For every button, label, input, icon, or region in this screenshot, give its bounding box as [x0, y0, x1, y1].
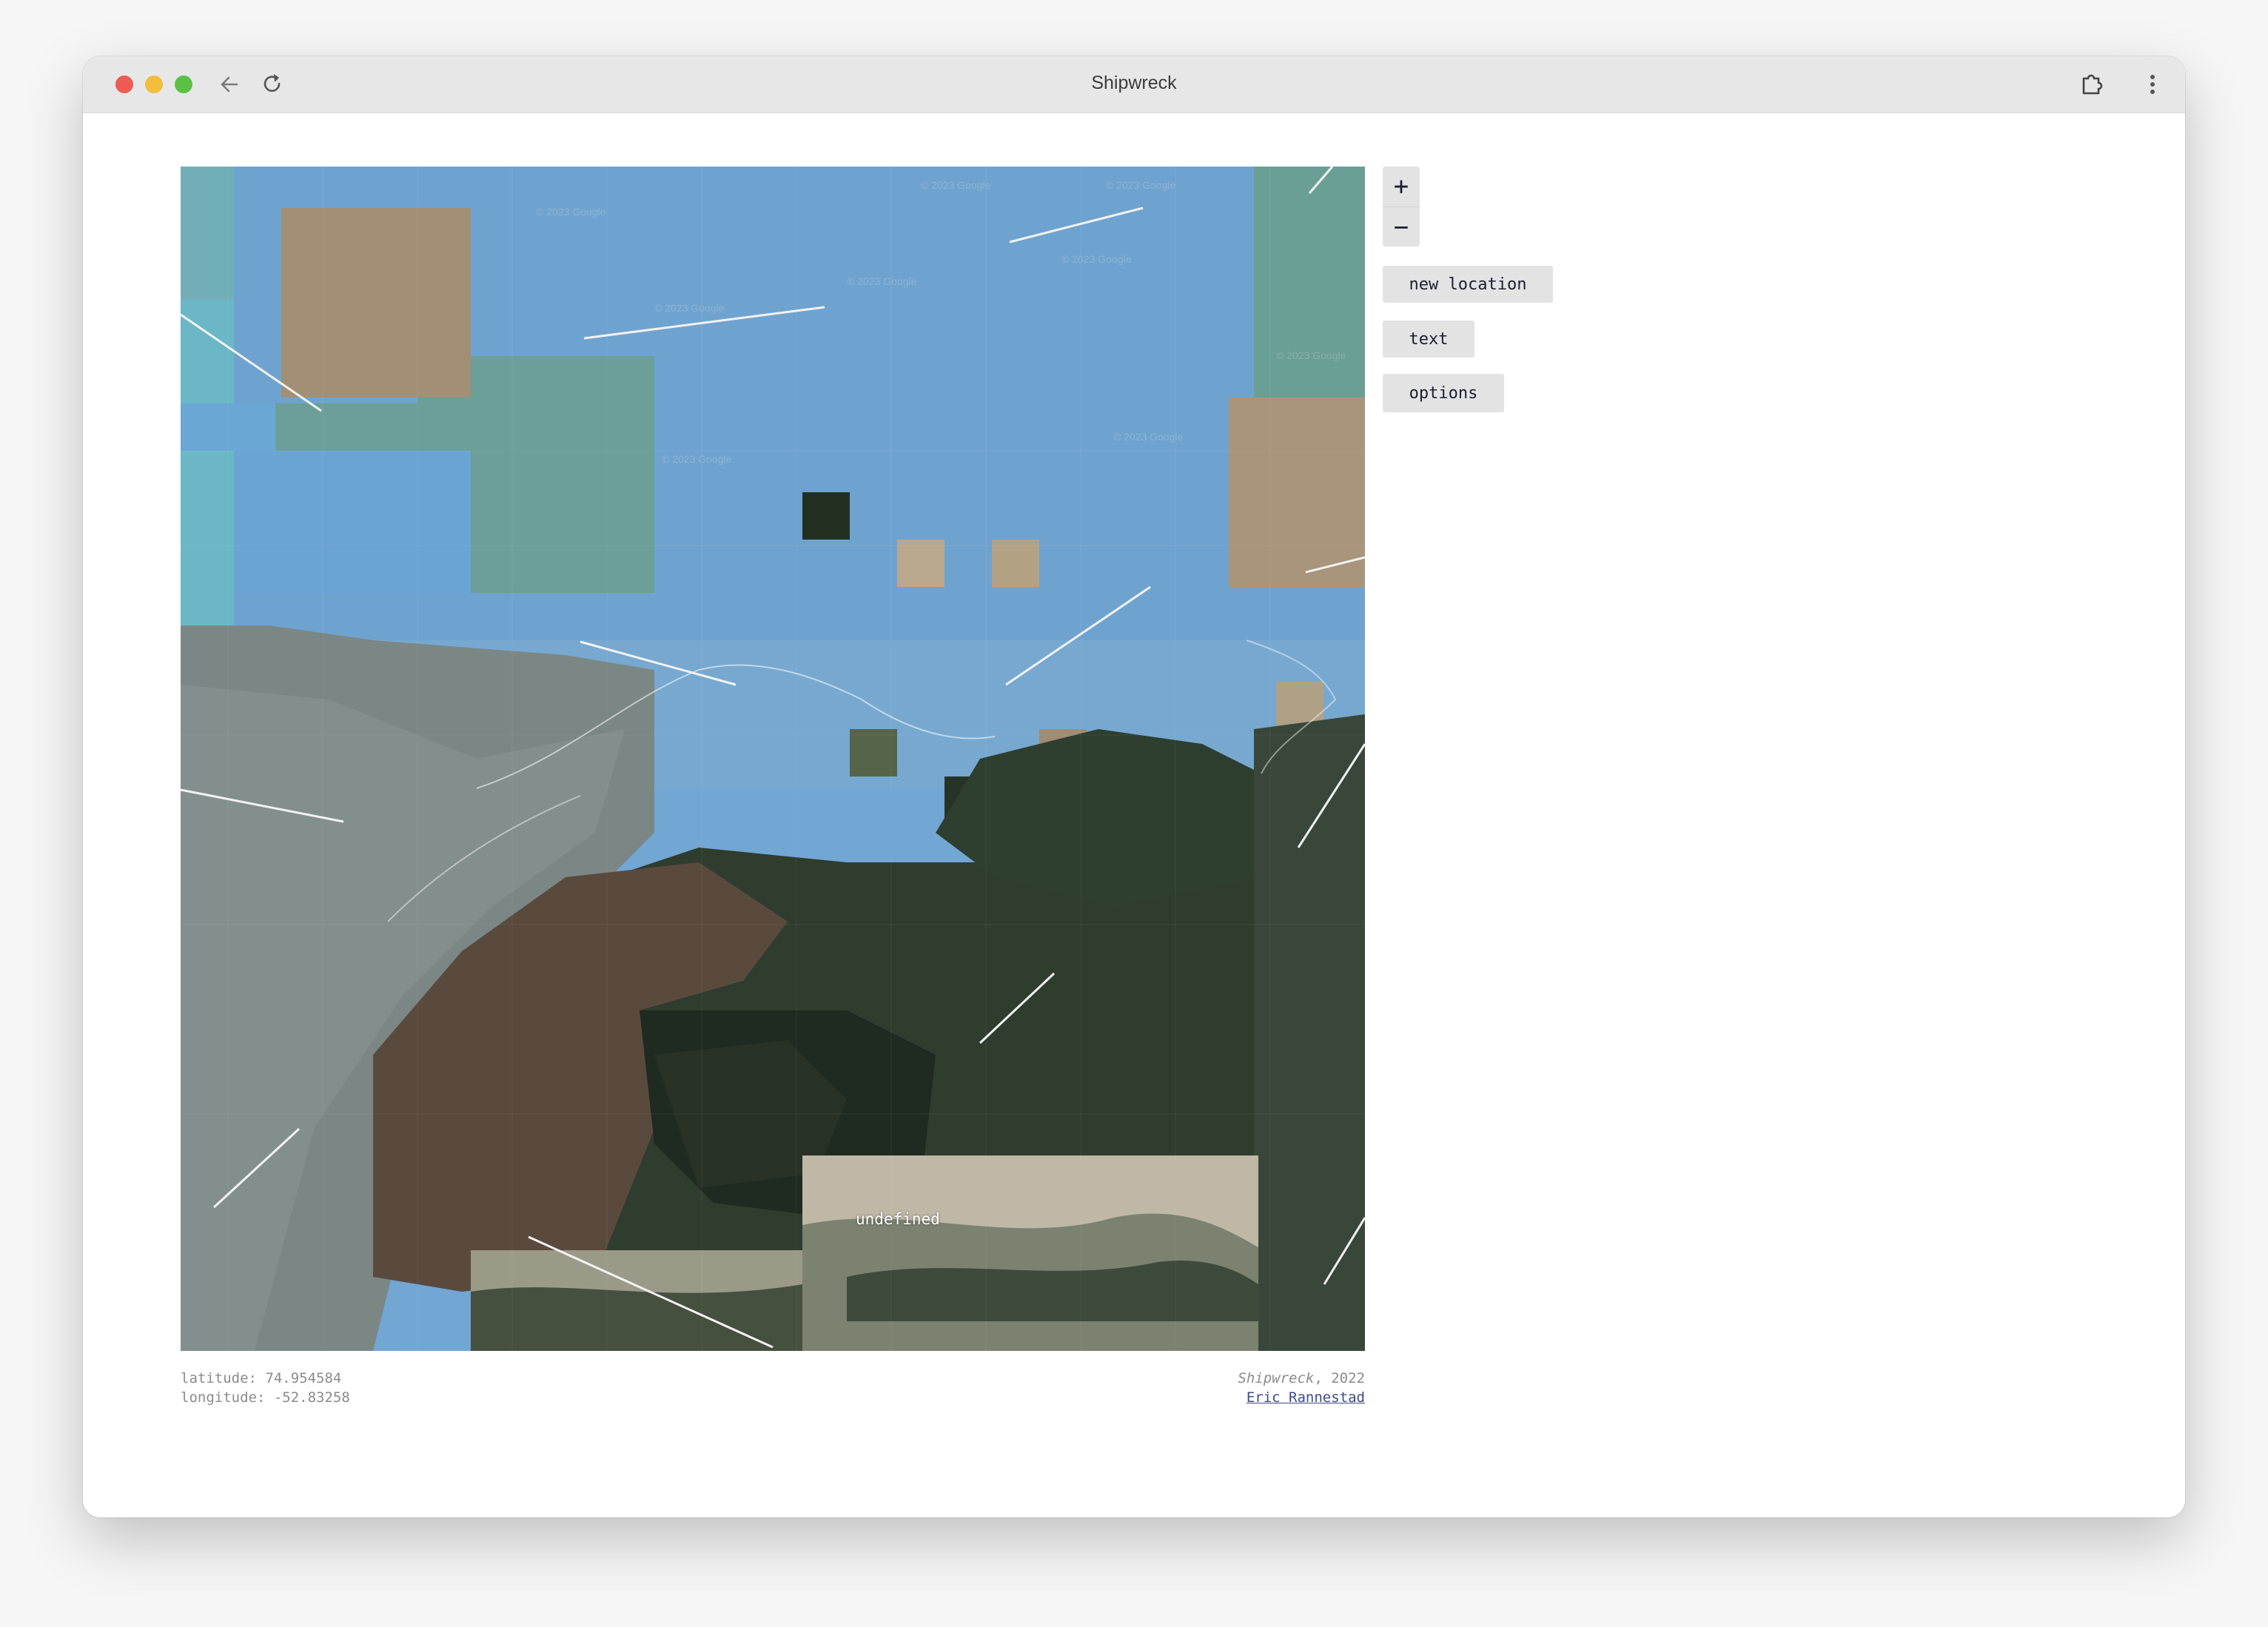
- map-watermark: © 2023 Google: [662, 453, 732, 465]
- text-button[interactable]: text: [1383, 321, 1474, 358]
- work-year: , 2022: [1314, 1370, 1365, 1386]
- credit-block: Shipwreck, 2022 Eric Rannestad: [1238, 1369, 1365, 1407]
- map-watermark: © 2023 Google: [1276, 349, 1346, 361]
- more-menu-icon[interactable]: [2138, 70, 2167, 99]
- zoom-in-button[interactable]: +: [1383, 167, 1420, 207]
- zoom-out-button[interactable]: −: [1383, 207, 1420, 246]
- map-overlay-label: undefined: [856, 1210, 940, 1228]
- coordinates-readout: latitude: 74.954584 longitude: -52.83258: [181, 1369, 350, 1407]
- map-watermark: © 2023 Google: [1113, 431, 1184, 443]
- options-button[interactable]: options: [1383, 374, 1504, 412]
- browser-window: Shipwreck © 2023 Google © 2023 Google © …: [83, 56, 2185, 1517]
- work-title: Shipwreck: [1238, 1370, 1315, 1386]
- map-watermark: © 2023 Google: [1106, 179, 1176, 191]
- map-watermark: © 2023 Google: [847, 275, 917, 287]
- satellite-tile-mosaic: © 2023 Google © 2023 Google © 2023 Google ©…: [181, 167, 1365, 1351]
- map-watermark: © 2023 Google: [654, 302, 725, 314]
- new-location-button[interactable]: new location: [1383, 266, 1553, 303]
- map-watermark: © 2023 Google: [536, 206, 606, 218]
- longitude-text: longitude: -52.83258: [181, 1389, 350, 1406]
- latitude-text: latitude: 74.954584: [181, 1370, 342, 1386]
- window-title: Shipwreck: [1091, 73, 1177, 93]
- map-watermark: © 2023 Google: [921, 179, 991, 191]
- page-content: © 2023 Google © 2023 Google © 2023 Google ©…: [83, 113, 2185, 1517]
- author-link[interactable]: Eric Rannestad: [1247, 1389, 1365, 1406]
- title-bar: Shipwreck: [83, 56, 2185, 113]
- extensions-puzzle-icon[interactable]: [2077, 70, 2107, 99]
- work-credit-line: Shipwreck, 2022: [1238, 1369, 1365, 1388]
- map-watermark: © 2023 Google: [1061, 253, 1132, 265]
- satellite-map[interactable]: © 2023 Google © 2023 Google © 2023 Google ©…: [181, 167, 1365, 1351]
